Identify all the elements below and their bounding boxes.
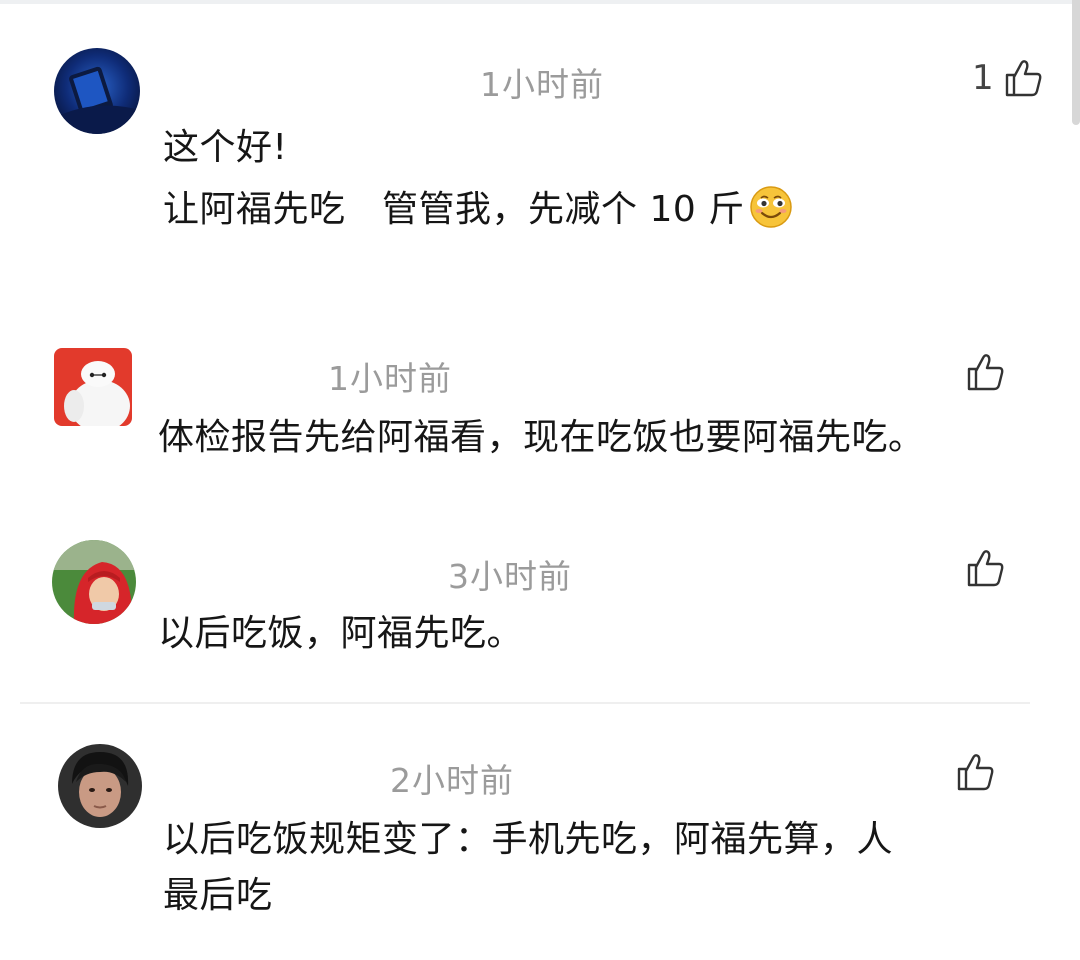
young-man-avatar-icon <box>58 744 142 828</box>
like-button[interactable] <box>956 352 1006 392</box>
like-button[interactable]: 1 <box>972 58 1044 98</box>
thumbs-up-icon <box>957 754 994 791</box>
comment-line: 让阿福先吃 管管我，先减个 10 斤 <box>163 189 745 230</box>
comment-time: 2小时前 <box>390 761 514 800</box>
section-divider <box>20 702 1030 704</box>
comment-line: 体检报告先给阿福看，现在吃饭也要阿福先吃。 <box>158 417 925 458</box>
comment-line: 最后吃 <box>163 875 273 916</box>
thumbs-up-icon <box>967 550 1004 587</box>
like-count: 1 <box>972 58 994 98</box>
user-avatar[interactable] <box>54 48 140 134</box>
smiling-face-emoji-icon <box>749 186 792 228</box>
thumbs-up-icon <box>967 354 1004 391</box>
comment-text: 体检报告先给阿福看，现在吃饭也要阿福先吃。 <box>158 410 925 466</box>
baymax-avatar-icon <box>54 348 132 426</box>
comment-time: 1小时前 <box>480 65 604 104</box>
blue-phone-avatar-icon <box>54 48 140 134</box>
top-divider <box>0 0 1080 4</box>
thumbs-up-icon <box>1005 60 1042 97</box>
like-button[interactable] <box>946 752 996 792</box>
user-avatar[interactable] <box>58 744 142 828</box>
user-avatar[interactable] <box>52 540 136 624</box>
comment-time: 1小时前 <box>328 359 452 398</box>
user-avatar[interactable] <box>54 348 132 426</box>
scrollbar[interactable] <box>1072 0 1080 125</box>
comment-line: 以后吃饭，阿福先吃。 <box>158 613 524 654</box>
comment-line: 以后吃饭规矩变了：手机先吃，阿福先算，人 <box>163 819 894 860</box>
comment-text: 以后吃饭，阿福先吃。 <box>158 606 523 662</box>
comment-text: 这个好! 让阿福先吃 管管我，先减个 10 斤 <box>163 120 793 238</box>
comment-time: 3小时前 <box>448 557 572 596</box>
comment-line-with-emoji: 让阿福先吃 管管我，先减个 10 斤 <box>163 182 793 238</box>
like-button[interactable] <box>956 548 1006 588</box>
comment-text: 以后吃饭规矩变了：手机先吃，阿福先算，人 最后吃 <box>163 812 893 924</box>
red-hood-avatar-icon <box>52 540 136 624</box>
comment-line: 这个好! <box>163 127 288 168</box>
